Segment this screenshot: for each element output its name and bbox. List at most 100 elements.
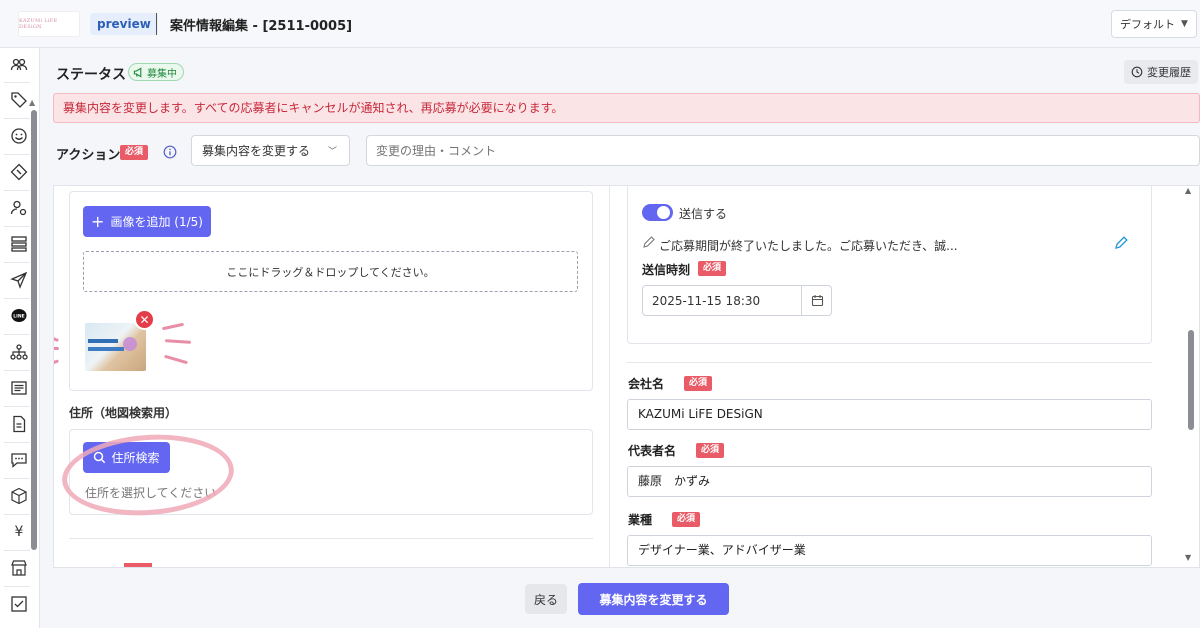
nav-divider (4, 262, 30, 263)
preview-badge: preview (90, 13, 158, 35)
checklist-icon[interactable] (8, 593, 30, 615)
content-scroll-up-icon[interactable]: ▲ (1185, 186, 1191, 195)
logo-text: KAZUMi LiFE DESiGN (19, 18, 58, 30)
user-settings-icon[interactable] (8, 197, 30, 219)
representative-input[interactable]: 藤原 かずみ (627, 466, 1152, 497)
store-icon[interactable] (8, 557, 30, 579)
nav-divider (4, 334, 30, 335)
company-name-input[interactable]: KAZUMi LiFE DESiGN (627, 399, 1152, 430)
status-badge-text: 募集中 (147, 68, 177, 80)
clock-icon (1131, 66, 1143, 78)
svg-text:LINE: LINE (13, 314, 24, 320)
reason-comment-input[interactable] (366, 135, 1200, 166)
address-label: 住所（地図検索用） (69, 406, 178, 420)
action-select[interactable]: 募集内容を変更する ﹀ (191, 135, 350, 166)
yen-icon[interactable]: ¥ (8, 521, 30, 543)
send-toggle-label: 送信する (679, 207, 728, 221)
annotation-stroke (54, 359, 60, 368)
footer-actions: 戻る 募集内容を変更する (40, 578, 1200, 628)
industry-label: 業種 (628, 513, 653, 527)
warning-alert: 募集内容を変更します。すべての応募者にキャンセルが通知され、再応募が必要になりま… (53, 93, 1200, 123)
company-name-label: 会社名 (628, 377, 665, 391)
required-badge: 必須 (672, 512, 701, 527)
send-datetime-value: 2025-11-15 18:30 (652, 294, 761, 308)
form-panel: + 画像を追加 (1/5) ここにドラッグ＆ドロップしてください。 ✕ 住所（地… (53, 185, 1200, 568)
chevron-down-icon: ▼ (1181, 19, 1188, 29)
required-badge-clipped (124, 563, 152, 567)
box-icon[interactable] (8, 485, 30, 507)
smiley-icon[interactable] (8, 125, 30, 147)
document-icon[interactable] (8, 413, 30, 435)
nav-divider (4, 478, 30, 479)
content-scrollbar[interactable] (1188, 330, 1194, 430)
org-chart-icon[interactable] (8, 341, 30, 363)
top-bar: KAZUMi LiFE DESiGN preview 案件情報編集 - [251… (0, 0, 1200, 48)
tags-icon[interactable] (8, 89, 30, 111)
nav-divider (4, 226, 30, 227)
main-content: ステータス 募集中 変更履歴 募集内容を変更します。すべての応募者にキャンセルが… (40, 48, 1200, 578)
back-button[interactable]: 戻る (525, 584, 567, 614)
history-button[interactable]: 変更履歴 (1124, 60, 1198, 84)
action-label: アクション (56, 148, 121, 163)
line-icon[interactable]: LINE (8, 305, 30, 327)
address-card: 住所検索 住所を選択してください (59, 429, 593, 521)
required-badge: 必須 (120, 145, 149, 160)
required-badge: 必須 (696, 443, 725, 458)
edit-message-icon[interactable] (1114, 236, 1128, 254)
nav-divider (4, 550, 30, 551)
send-time-label: 送信時刻 (642, 263, 691, 277)
industry-input[interactable]: デザイナー業、アドバイザー業 (627, 535, 1152, 566)
nav-divider (4, 190, 30, 191)
calendar-icon[interactable] (801, 286, 832, 315)
representative-label: 代表者名 (628, 444, 677, 458)
newspaper-icon[interactable] (8, 377, 30, 399)
nav-divider (4, 82, 30, 83)
column-divider (609, 186, 610, 567)
status-badge: 募集中 (128, 63, 184, 81)
submit-change-button[interactable]: 募集内容を変更する (578, 583, 729, 615)
message-preview: ご応募期間が終了いたしました。ご応募いただき、誠... (659, 239, 958, 253)
send-datetime-field[interactable]: 2025-11-15 18:30 (642, 285, 832, 316)
megaphone-icon (133, 66, 142, 78)
add-image-label: 画像を追加 (1/5) (110, 215, 203, 229)
notification-card: 送信する ご応募期間が終了いたしました。ご応募いただき、誠... 送信時刻 必須… (627, 186, 1152, 344)
info-icon[interactable] (163, 145, 177, 163)
uploaded-image-thumbnail[interactable] (85, 323, 146, 371)
image-dropzone[interactable]: ここにドラッグ＆ドロップしてください。 (83, 251, 578, 292)
chevron-down-icon: ﹀ (328, 147, 338, 157)
remove-image-icon[interactable]: ✕ (134, 309, 155, 330)
company-logo[interactable]: KAZUMi LiFE DESiGN (18, 11, 80, 37)
history-button-label: 変更履歴 (1147, 66, 1191, 79)
required-badge: 必須 (684, 376, 713, 391)
thumbnail-flower-shape (123, 337, 137, 351)
add-image-button[interactable]: + 画像を追加 (1/5) (83, 206, 211, 237)
nav-divider (4, 118, 30, 119)
nav-divider (4, 298, 30, 299)
nav-divider (4, 370, 30, 371)
status-label: ステータス (56, 67, 126, 83)
thumbnail-text-stripe (88, 347, 124, 351)
title-separator (156, 13, 157, 35)
ticket-icon[interactable] (8, 161, 30, 183)
list-layout-icon[interactable] (8, 233, 30, 255)
nav-divider (4, 406, 30, 407)
content-scroll-down-icon[interactable]: ▼ (1185, 553, 1191, 562)
pencil-icon (642, 236, 655, 253)
image-upload-card: + 画像を追加 (1/5) ここにドラッグ＆ドロップしてください。 ✕ (69, 191, 593, 391)
required-badge: 必須 (698, 261, 727, 276)
thumbnail-text-stripe (88, 339, 118, 343)
view-select-value: デフォルト (1120, 18, 1175, 31)
view-select[interactable]: デフォルト ▼ (1111, 10, 1197, 38)
plus-icon: + (91, 211, 105, 231)
sidebar-scrollbar[interactable] (31, 110, 37, 550)
nav-divider (4, 586, 30, 587)
chat-icon[interactable] (8, 449, 30, 471)
send-icon[interactable] (8, 269, 30, 291)
send-toggle[interactable] (642, 204, 673, 221)
dropzone-text: ここにドラッグ＆ドロップしてください。 (226, 265, 435, 279)
users-icon[interactable] (8, 54, 30, 76)
section-divider (627, 362, 1152, 363)
nav-divider (4, 442, 30, 443)
page-title: 案件情報編集 - [2511-0005] (170, 19, 353, 34)
left-sidebar: ▲ ▼ LINE ¥ (0, 48, 40, 628)
